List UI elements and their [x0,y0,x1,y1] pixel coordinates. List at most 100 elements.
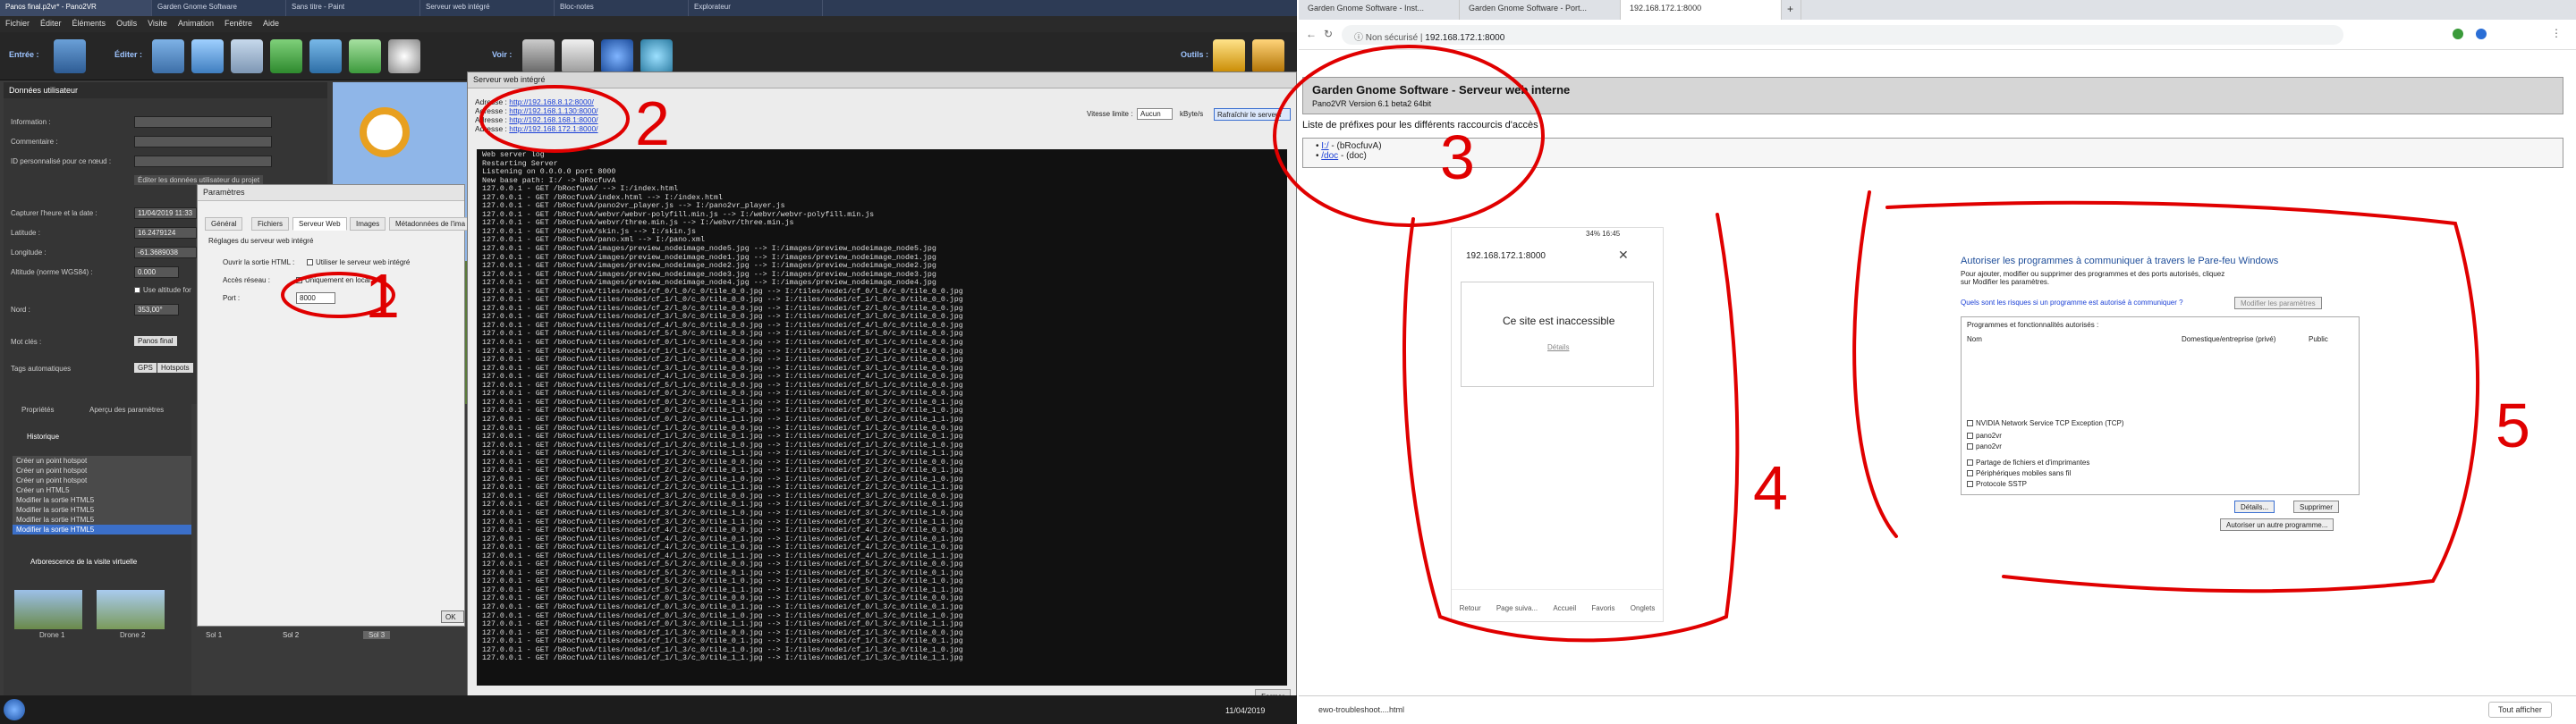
close-icon[interactable]: ✕ [1618,248,1629,263]
history-item[interactable]: Modifier la sortie HTML5 [13,505,191,515]
altitude-field[interactable]: 0.000 [134,266,179,278]
menu-tools[interactable]: Outils [116,19,137,29]
hotspot-icon[interactable] [191,39,224,73]
north-field[interactable]: 353,00° [134,304,179,316]
animation-icon[interactable] [388,39,420,73]
app-tab[interactable]: Garden Gnome Software [152,0,286,16]
url-input[interactable]: ⓘ Non sécurisé | 192.168.172.1:8000 [1342,25,2343,45]
app-tab[interactable]: Explorateur [689,0,823,16]
windows-start-icon[interactable] [4,699,25,720]
address-link[interactable]: http://192.168.172.1:8000/ [509,124,597,133]
history-item[interactable]: Créer un point hotspot [13,476,191,485]
table-row[interactable]: Périphériques mobiles sans fil [1967,469,2351,479]
modify-settings-button[interactable]: Modifier les paramètres [2234,297,2322,309]
eye-icon[interactable] [640,39,673,73]
viewing-params-icon[interactable] [152,39,184,73]
details-link[interactable]: Détails [1547,343,1569,351]
table-row[interactable]: pano2vr [1967,432,2351,442]
patch-icon[interactable] [231,39,263,73]
thumb-drone1[interactable] [14,590,82,629]
tour-browser-icon[interactable] [270,39,302,73]
tab-preview-params[interactable]: Aperçu des paramètres [89,406,164,414]
table-row[interactable]: NVIDIA Network Service TCP Exception (TC… [1967,419,2351,429]
tab-properties[interactable]: Propriétés [21,406,54,414]
thumb-drone2[interactable] [97,590,165,629]
history-item[interactable]: Modifier la sortie HTML5 [13,515,191,525]
app-tab[interactable]: Serveur web intégré [420,0,555,16]
refresh-server-button[interactable]: Rafraîchir le serveur [1214,108,1291,121]
local-only-checkbox[interactable]: Uniquement en local [296,276,370,284]
history-item[interactable]: Créer un point hotspot [13,466,191,476]
longitude-field[interactable]: -61.3689038 [134,247,197,258]
binoculars-icon[interactable] [522,39,555,73]
nav-favorites[interactable]: Favoris [1591,604,1614,621]
new-tab-icon[interactable]: + [1782,0,1801,20]
details-button[interactable]: Détails... [2234,501,2275,513]
tab-general[interactable]: Général [205,217,243,231]
history-item[interactable]: Créer un HTML5 [13,485,191,495]
tab-metadata[interactable]: Métadonnées de l'ima [389,217,472,231]
address-link[interactable]: http://192.168.168.1:8000/ [509,115,597,124]
tab-files[interactable]: Fichiers [251,217,290,231]
hand-icon[interactable] [1252,39,1284,73]
altitude-checkbox[interactable]: Use altitude for [134,286,191,294]
browser-tab-active[interactable]: 192.168.172.1:8000 [1621,0,1782,20]
menu-tour[interactable]: Visite [148,19,167,29]
app-tab[interactable]: Bloc-notes [555,0,689,16]
extension-icon[interactable] [2476,29,2487,39]
menu-window[interactable]: Fenêtre [225,19,252,29]
tab-web-server[interactable]: Serveur Web [292,217,347,231]
menu-edit[interactable]: Éditer [40,19,62,29]
menu-file[interactable]: Fichier [5,19,30,29]
input-panorama-icon[interactable] [54,39,86,73]
menu-animation[interactable]: Animation [178,19,214,29]
info-field[interactable] [134,116,272,128]
custom-id-field[interactable] [134,156,272,167]
hotspot-marker-icon[interactable] [360,107,410,157]
menu-help[interactable]: Aide [263,19,279,29]
table-row[interactable]: Partage de fichiers et d'imprimantes [1967,459,2351,468]
speed-limit-select[interactable]: Aucun [1137,108,1173,120]
browser-tab[interactable]: Garden Gnome Software - Inst... [1299,0,1460,20]
app-tab[interactable]: Sans titre - Paint [286,0,420,16]
nav-tabs[interactable]: Onglets [1631,604,1656,621]
menu-elements[interactable]: Éléments [72,19,106,29]
skin-editor-icon[interactable] [309,39,342,73]
history-item[interactable]: Modifier la sortie HTML5 [13,495,191,505]
nav-back[interactable]: Retour [1460,604,1481,621]
settings-icon[interactable] [1213,39,1245,73]
browser-tab[interactable]: Garden Gnome Software - Port... [1460,0,1621,20]
address-link[interactable]: http://192.168.1.130:8000/ [509,106,597,115]
keyword-chip[interactable]: Panos final [134,336,177,346]
history-item-selected[interactable]: Modifier la sortie HTML5 [13,525,191,535]
menu-icon[interactable]: ⋮ [2551,27,2562,39]
tab-images[interactable]: Images [350,217,386,231]
tour-map-icon[interactable] [349,39,381,73]
open-html-checkbox[interactable]: Utiliser le serveur web intégré [307,258,410,266]
tag-gps[interactable]: GPS [134,363,157,373]
download-item[interactable]: ewo-troubleshoot....html [1318,705,1404,714]
latitude-field[interactable]: 16.2479124 [134,227,197,239]
risk-link[interactable]: Quels sont les risques si un programme e… [1961,299,2183,307]
tag-hotspots[interactable]: Hotspots [157,363,193,373]
reload-icon[interactable]: ↻ [1324,28,1333,40]
address-link[interactable]: http://192.168.8.12:8000/ [509,97,594,106]
remove-button[interactable]: Supprimer [2293,501,2339,513]
allow-program-button[interactable]: Autoriser un autre programme... [2220,518,2334,531]
gauge-icon[interactable] [601,39,633,73]
date-field[interactable]: 11/04/2019 11:33 [134,207,197,219]
show-all-button[interactable]: Tout afficher [2488,702,2552,718]
prefix-link[interactable]: /doc [1321,151,1338,161]
nav-forward[interactable]: Page suiva... [1496,604,1538,621]
app-tab[interactable]: Panos final.p2vr* - Pano2VR [0,0,152,16]
history-item[interactable]: Créer un point hotspot [13,456,191,466]
comment-field[interactable] [134,136,272,147]
nav-home[interactable]: Accueil [1553,604,1576,621]
back-icon[interactable]: ← [1306,28,1317,40]
ok-button[interactable]: OK [441,610,464,623]
table-row[interactable]: pano2vr [1967,442,2351,452]
prefix-link[interactable]: I:/ [1321,141,1328,151]
clipboard-icon[interactable] [562,39,594,73]
extension-icon[interactable] [2453,29,2463,39]
table-row[interactable]: Protocole SSTP [1967,480,2351,490]
